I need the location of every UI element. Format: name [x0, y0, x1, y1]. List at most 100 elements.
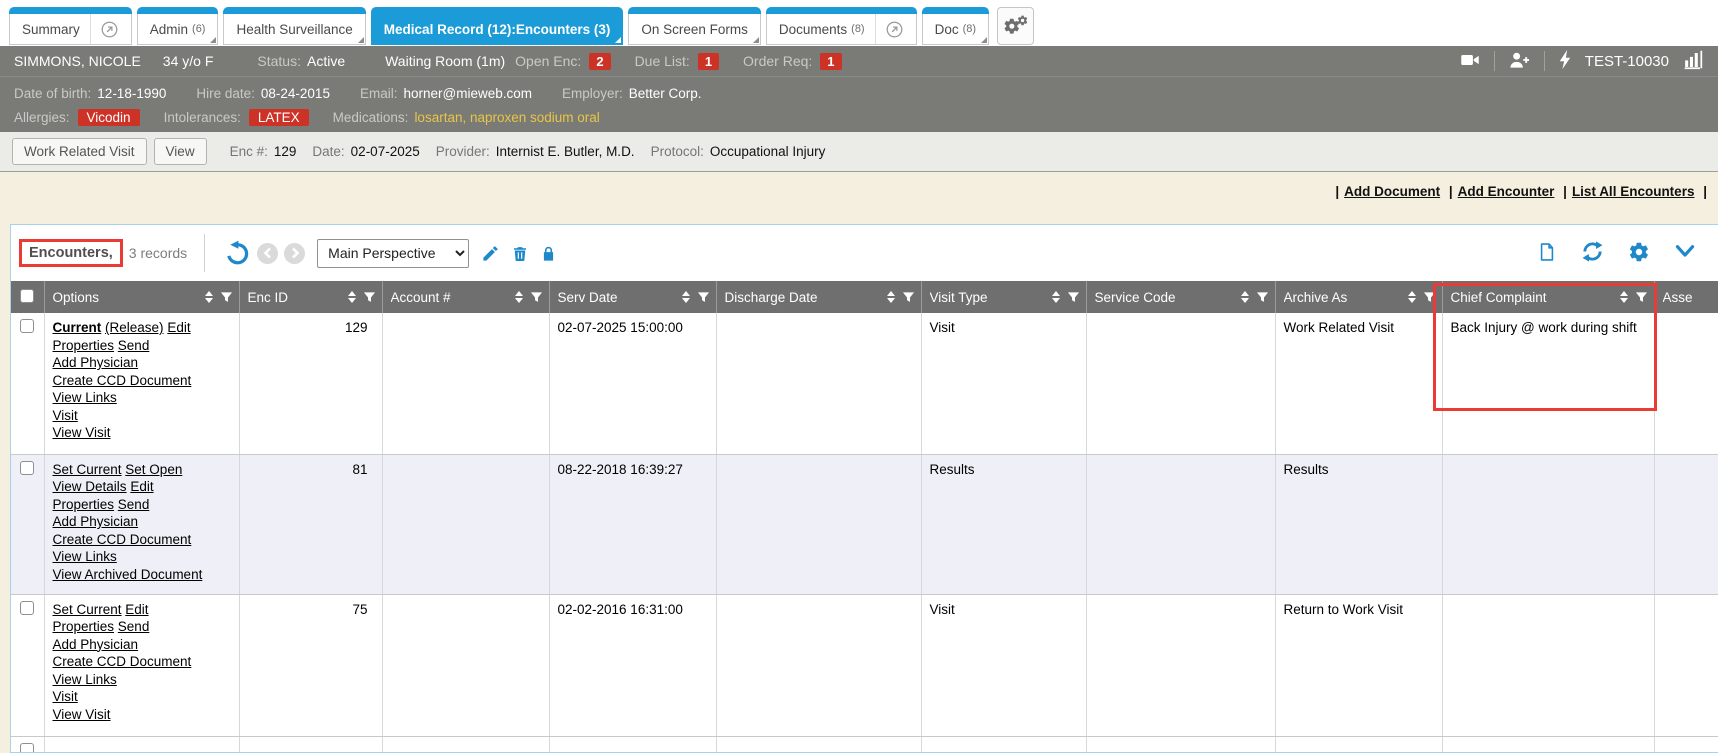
due-list-badge[interactable]: 1 [698, 53, 719, 70]
row-action-link[interactable]: View Visit [53, 707, 111, 722]
sort-icon[interactable] [205, 291, 213, 303]
new-document-icon[interactable] [1537, 241, 1557, 266]
refresh-icon[interactable] [1581, 240, 1604, 266]
row-action-link[interactable]: View Links [53, 549, 117, 564]
row-checkbox[interactable] [20, 743, 34, 753]
add-person-icon[interactable] [1508, 49, 1531, 73]
column-header-archive-as[interactable]: Archive As [1275, 281, 1442, 313]
row-action-link[interactable]: Current [53, 320, 102, 335]
work-related-visit-button[interactable]: Work Related Visit [12, 138, 147, 165]
sort-icon[interactable] [1620, 291, 1628, 303]
tab-on-screen-forms[interactable]: On Screen Forms [628, 7, 761, 45]
order-req-badge[interactable]: 1 [820, 53, 841, 70]
row-action-link[interactable]: Create CCD Document [53, 654, 192, 669]
column-header-assessment[interactable]: Asse [1654, 281, 1718, 313]
column-header-enc-id[interactable]: Enc ID [239, 281, 382, 313]
sort-icon[interactable] [515, 291, 523, 303]
tab-settings-button[interactable] [997, 7, 1034, 45]
tab-health-surveillance[interactable]: Health Surveillance [223, 7, 365, 45]
column-header-service-code[interactable]: Service Code [1086, 281, 1275, 313]
sort-icon[interactable] [1408, 291, 1416, 303]
filter-icon[interactable] [530, 291, 543, 303]
tab-admin[interactable]: Admin (6) [137, 7, 219, 45]
bar-chart-icon[interactable] [1682, 49, 1704, 73]
column-header-discharge-date[interactable]: Discharge Date [716, 281, 921, 313]
filter-icon[interactable] [902, 291, 915, 303]
collapse-chevron-icon[interactable] [1674, 244, 1696, 263]
select-all-checkbox[interactable] [20, 289, 34, 303]
add-encounter-link[interactable]: Add Encounter [1458, 184, 1555, 199]
row-action-link[interactable]: Set Open [125, 462, 182, 477]
list-all-encounters-link[interactable]: List All Encounters [1572, 184, 1695, 199]
row-action-link[interactable]: Create CCD Document [53, 373, 192, 388]
sort-icon[interactable] [348, 291, 356, 303]
sort-icon[interactable] [887, 291, 895, 303]
delete-trash-icon[interactable] [511, 244, 529, 263]
row-action-link[interactable]: Add Physician [53, 355, 139, 370]
popout-icon[interactable] [875, 14, 904, 44]
lock-icon[interactable] [540, 244, 557, 263]
row-checkbox[interactable] [20, 601, 34, 615]
column-header-visit-type[interactable]: Visit Type [921, 281, 1086, 313]
row-action-link[interactable]: Edit [167, 320, 190, 335]
filter-icon[interactable] [1256, 291, 1269, 303]
row-checkbox[interactable] [20, 461, 34, 475]
sort-icon[interactable] [1241, 291, 1249, 303]
filter-icon[interactable] [1423, 291, 1436, 303]
filter-icon[interactable] [220, 291, 233, 303]
allergy-badge[interactable]: Vicodin [78, 109, 140, 126]
allergies-label: Allergies: [14, 110, 70, 125]
row-action-link[interactable]: Set Current [53, 602, 122, 617]
view-button[interactable]: View [154, 138, 207, 165]
row-action-link[interactable]: Edit [125, 602, 148, 617]
sort-icon[interactable] [1052, 291, 1060, 303]
row-action-link[interactable]: View Archived Document [53, 567, 203, 582]
column-header-serv-date[interactable]: Serv Date [549, 281, 716, 313]
undo-icon[interactable] [224, 240, 251, 267]
row-action-link[interactable]: View Links [53, 672, 117, 687]
row-action-link[interactable]: (Release) [105, 320, 164, 335]
row-action-link[interactable]: Set Current [53, 462, 122, 477]
row-action-link[interactable]: Add Physician [53, 514, 139, 529]
filter-icon[interactable] [1067, 291, 1080, 303]
perspective-select[interactable]: Main Perspective [317, 239, 469, 268]
filter-icon[interactable] [363, 291, 376, 303]
tab-medical-record[interactable]: Medical Record (12):Encounters (3) [371, 7, 624, 45]
sort-icon[interactable] [682, 291, 690, 303]
service-code-cell [1086, 594, 1275, 736]
tab-documents[interactable]: Documents (8) [766, 7, 917, 45]
row-action-link[interactable]: View Details [53, 479, 127, 494]
filter-icon[interactable] [1635, 291, 1648, 303]
popout-icon[interactable] [90, 14, 119, 44]
row-action-link[interactable]: Properties [53, 619, 115, 634]
video-camera-icon[interactable] [1459, 50, 1481, 73]
row-action-link[interactable]: Send [118, 497, 150, 512]
row-action-link[interactable]: Visit [53, 689, 78, 704]
column-header-options[interactable]: Options [44, 281, 239, 313]
tab-doc[interactable]: Doc (8) [922, 7, 989, 45]
row-action-link[interactable]: Properties [53, 497, 115, 512]
column-header-chief-complaint[interactable]: Chief Complaint [1442, 281, 1654, 313]
next-page-icon[interactable] [284, 243, 305, 264]
filter-icon[interactable] [697, 291, 710, 303]
column-header-account[interactable]: Account # [382, 281, 549, 313]
lightning-icon[interactable] [1558, 49, 1572, 73]
row-action-link[interactable]: Properties [53, 338, 115, 353]
row-action-link[interactable]: View Links [53, 390, 117, 405]
row-checkbox[interactable] [20, 319, 34, 333]
tab-summary[interactable]: Summary [9, 7, 132, 45]
medications-value[interactable]: losartan, naproxen sodium oral [414, 110, 599, 125]
row-action-link[interactable]: Add Physician [53, 637, 139, 652]
row-action-link[interactable]: Create CCD Document [53, 532, 192, 547]
open-enc-badge[interactable]: 2 [589, 53, 610, 70]
edit-pencil-icon[interactable] [481, 244, 500, 263]
row-action-link[interactable]: Send [118, 619, 150, 634]
row-action-link[interactable]: Edit [130, 479, 153, 494]
prev-page-icon[interactable] [257, 243, 278, 264]
row-action-link[interactable]: Send [118, 338, 150, 353]
grid-settings-gear-icon[interactable] [1628, 241, 1650, 266]
row-action-link[interactable]: View Visit [53, 425, 111, 440]
row-action-link[interactable]: Visit [53, 408, 78, 423]
intolerance-badge[interactable]: LATEX [249, 109, 309, 126]
add-document-link[interactable]: Add Document [1344, 184, 1440, 199]
